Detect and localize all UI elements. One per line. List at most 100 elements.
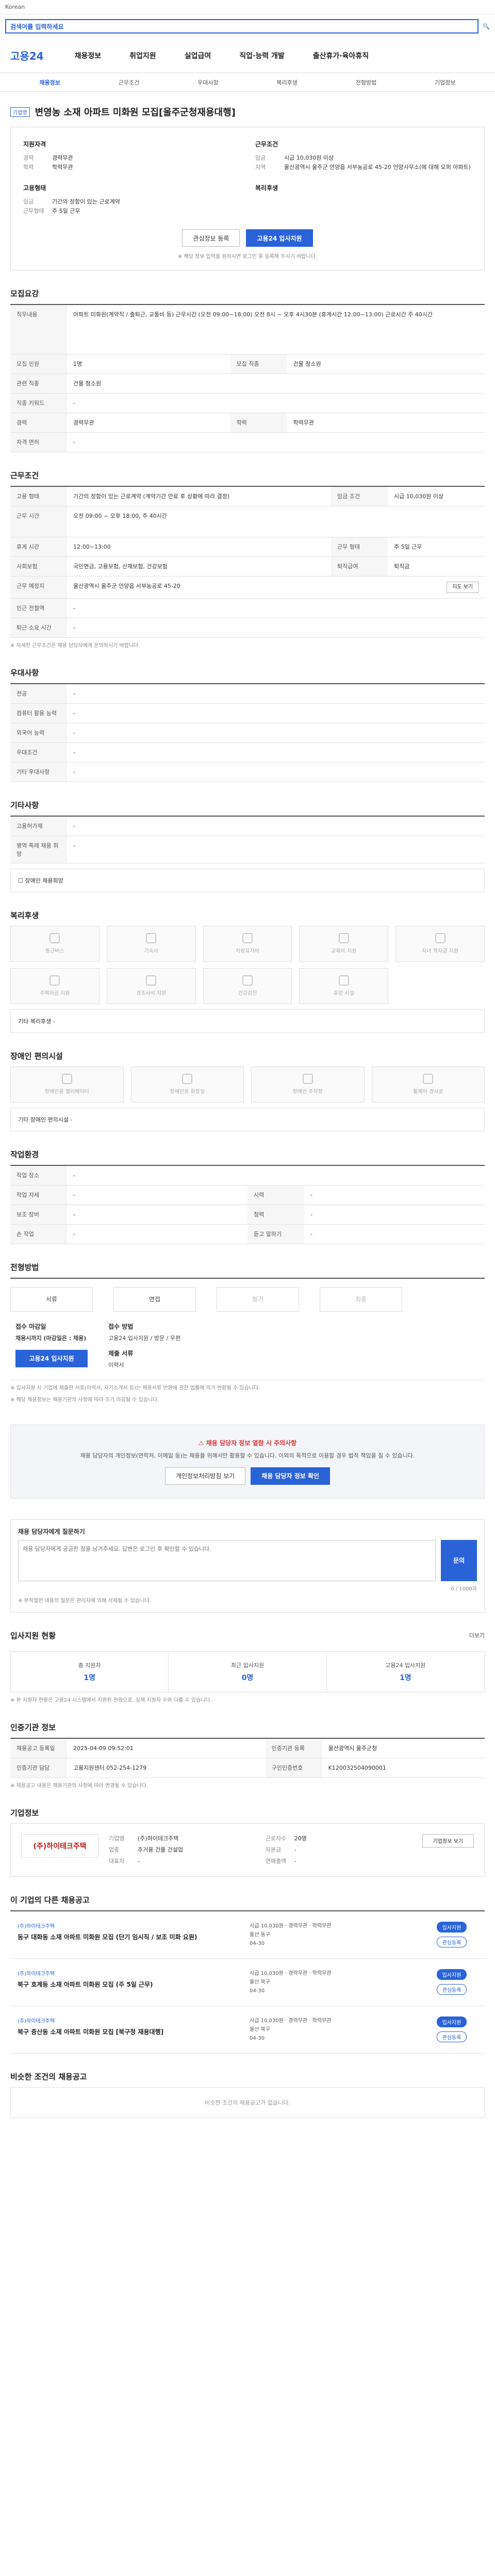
apply-pill[interactable]: 입사지원 xyxy=(436,2016,467,2027)
disability-item: 휠체어 경사로 xyxy=(371,1066,485,1103)
company-logo: (주)하이테크주택 xyxy=(21,1834,98,1858)
apply-method-title: 접수 방법 xyxy=(108,1323,134,1330)
job-company: (주)하이테크주택 xyxy=(18,1971,55,1977)
welfare-label: 자녀 학자금 지원 xyxy=(422,948,458,954)
language-link[interactable]: Korean xyxy=(5,4,25,10)
row-key: 듣고 말하기 xyxy=(248,1224,304,1244)
kv-key: 연매출액 xyxy=(265,1857,287,1865)
company-info-button[interactable]: 기업정보 보기 xyxy=(422,1834,474,1848)
row-key: 임금 조건 xyxy=(331,486,388,506)
menu-item-benefit[interactable]: 실업급여 xyxy=(185,50,211,61)
job-cond: 시급 10,030원 · 경력무관 · 학력무관 xyxy=(250,1923,332,1929)
apply-pill[interactable]: 입사지원 xyxy=(436,1969,467,1980)
row-key: 인근 전철역 xyxy=(10,598,67,618)
search-icon[interactable]: 🔍 xyxy=(483,23,490,30)
disability-title: 장애인 편의시설 xyxy=(10,1051,63,1061)
selection-steps: 서류 면접 필기 최종 xyxy=(10,1277,485,1312)
company-title: 기업정보 xyxy=(10,1808,39,1818)
view-contact-button[interactable]: 채용 담당자 정보 확인 xyxy=(251,1467,331,1485)
welfare-item: 건강검진 xyxy=(203,968,292,1004)
welfare-label: 건강검진 xyxy=(238,991,257,996)
kv-key: 업종 xyxy=(109,1846,120,1853)
row-key: 외국어 능력 xyxy=(10,723,67,743)
row-key: 근무 형태 xyxy=(331,537,388,557)
list-item[interactable]: (주)하이테크주택 북구 호계동 소재 아파트 미화원 모집 (주 5일 근무) … xyxy=(10,1959,485,2006)
conditions-title: 근무조건 xyxy=(10,470,39,480)
scrap-pill[interactable]: 관심등록 xyxy=(436,1936,467,1947)
job-title[interactable]: 동구 대화동 소재 아파트 미화원 모집 (단기 임시직 / 보조 미화 요원) xyxy=(18,1933,239,1942)
qa-send-button[interactable]: 문의 xyxy=(441,1539,477,1581)
map-button[interactable]: 지도 보기 xyxy=(447,581,478,593)
row-value: 국민연금, 고용보험, 산재보험, 건강보험 xyxy=(67,556,332,577)
recruit-table: 직무내용 아파트 미화원(계약직 / 출퇴근, 교통비 등) 근무시간 (오전 0… xyxy=(10,304,485,452)
menu-item-training[interactable]: 직업·능력 개발 xyxy=(239,50,284,61)
job-title[interactable]: 북구 중산동 소재 아파트 미화원 모집 [북구청 재용대행] xyxy=(18,2027,239,2037)
qa-note: ※ 부적절한 내용의 질문은 관리자에 의해 삭제될 수 있습니다. xyxy=(18,1598,151,1604)
tab-selection[interactable]: 전형방법 xyxy=(326,78,405,87)
welfare-other: 기타 복리후생 - xyxy=(10,1009,485,1033)
row-key: 모집 직종 xyxy=(230,354,287,374)
row-value: 주 5일 근무 xyxy=(388,537,485,557)
stats-more-link[interactable]: 더보기 xyxy=(469,1631,485,1639)
tab-company[interactable]: 기업정보 xyxy=(406,78,485,87)
row-value: - xyxy=(67,393,485,413)
tab-recruit[interactable]: 채용정보 xyxy=(10,78,89,87)
docs-title: 제출 서류 xyxy=(108,1349,134,1357)
kv-value: 경력무관 xyxy=(52,155,73,161)
row-value: 시급 10,030원 이상 xyxy=(388,486,485,506)
row-value: - xyxy=(304,1205,485,1225)
kv-value: - xyxy=(138,1857,140,1865)
row-value: 2025-04-09 09:52:01 xyxy=(67,1738,266,1758)
stat-item: 최근 입사지원 0명 xyxy=(169,1651,327,1692)
warning-title: ⚠ 채용 담당자 정보 열람 시 주의사항 xyxy=(24,1438,471,1447)
stat-value: 1명 xyxy=(84,1673,95,1682)
apply-button[interactable]: 고용24 입사지원 xyxy=(246,229,313,247)
job-title[interactable]: 북구 호계동 소재 아파트 미화원 모집 (주 5일 근무) xyxy=(18,1980,239,1989)
welfare-item: 차량유지비 xyxy=(203,925,292,962)
menu-item-support[interactable]: 취업지원 xyxy=(129,50,156,61)
apply-pill[interactable]: 입사지원 xyxy=(436,1921,467,1933)
summary-welfare-title: 복리후생 xyxy=(255,184,278,192)
row-value: K120032504090001 xyxy=(322,1758,485,1778)
resort-icon xyxy=(338,975,349,986)
row-value: - xyxy=(67,1185,248,1205)
row-key: 우대조건 xyxy=(10,742,67,762)
list-item[interactable]: (주)하이테크주택 북구 중산동 소재 아파트 미화원 모집 [북구청 재용대행]… xyxy=(10,2006,485,2054)
tab-welfare[interactable]: 복리후생 xyxy=(248,78,326,87)
apply-button-2[interactable]: 고용24 입사지원 xyxy=(15,1349,88,1367)
row-value: - xyxy=(67,723,485,743)
search-input[interactable]: 검색어를 입력하세요 xyxy=(5,19,479,33)
privacy-button[interactable]: 개인정보처리방침 보기 xyxy=(164,1467,246,1485)
welfare-label: 차량유지비 xyxy=(235,948,259,954)
site-logo[interactable]: 고용24 xyxy=(10,48,44,63)
row-key: 작업 자세 xyxy=(10,1185,67,1205)
apply-info: 접수 마감일 채용시까지 (마감일은 : 채용) 고용24 입사지원 접수 방법… xyxy=(10,1312,485,1380)
apply-deadline-title: 접수 마감일 xyxy=(15,1323,46,1330)
scrap-pill[interactable]: 관심등록 xyxy=(436,2031,467,2042)
summary-emp-title: 고용형태 xyxy=(23,184,46,192)
scrap-pill[interactable]: 관심등록 xyxy=(436,1984,467,1995)
gift-icon xyxy=(146,975,157,986)
welfare-label: 통근버스 xyxy=(45,948,64,954)
kv-value: 시급 10,030원 이상 xyxy=(284,155,334,161)
preference-table: 전공 - 컴퓨터 활용 능력 - 외국어 능력 - 우대조건 - 기타 우대사항 - xyxy=(10,683,485,782)
qa-input[interactable] xyxy=(18,1539,436,1581)
disability-item: 장애인용 화장실 xyxy=(130,1066,244,1103)
row-key: 퇴근 소요 시간 xyxy=(10,618,67,638)
disability-other-value: - xyxy=(70,1116,73,1123)
row-value: - xyxy=(67,598,485,618)
health-icon xyxy=(242,975,253,986)
tab-preference[interactable]: 우대사항 xyxy=(169,78,248,87)
bus-icon xyxy=(50,933,60,943)
kv-value: 주거용 건물 건설업 xyxy=(138,1846,183,1853)
scrap-button[interactable]: 관심정보 등록 xyxy=(182,229,240,247)
list-item[interactable]: (주)하이테크주택 동구 대화동 소재 아파트 미화원 모집 (단기 임시직 / … xyxy=(10,1911,485,1959)
menu-item-leave[interactable]: 출산휴가·육아휴직 xyxy=(313,50,369,61)
disability-grid: 장애인용 엘리베이터 장애인용 화장실 장애인 주차장 휠체어 경사로 xyxy=(10,1066,485,1103)
company-box: (주)하이테크주택 기업명 (주)하이테크주택 근로자수 20명 업종 주거용 건물 … xyxy=(10,1823,485,1877)
welfare-item: 경조사비 지원 xyxy=(106,968,196,1004)
tab-conditions[interactable]: 근무조건 xyxy=(89,78,168,87)
row-key: 시력 xyxy=(248,1185,304,1205)
menu-item-jobs[interactable]: 채용정보 xyxy=(75,50,102,61)
kv-key: 근로자수 xyxy=(265,1835,287,1842)
